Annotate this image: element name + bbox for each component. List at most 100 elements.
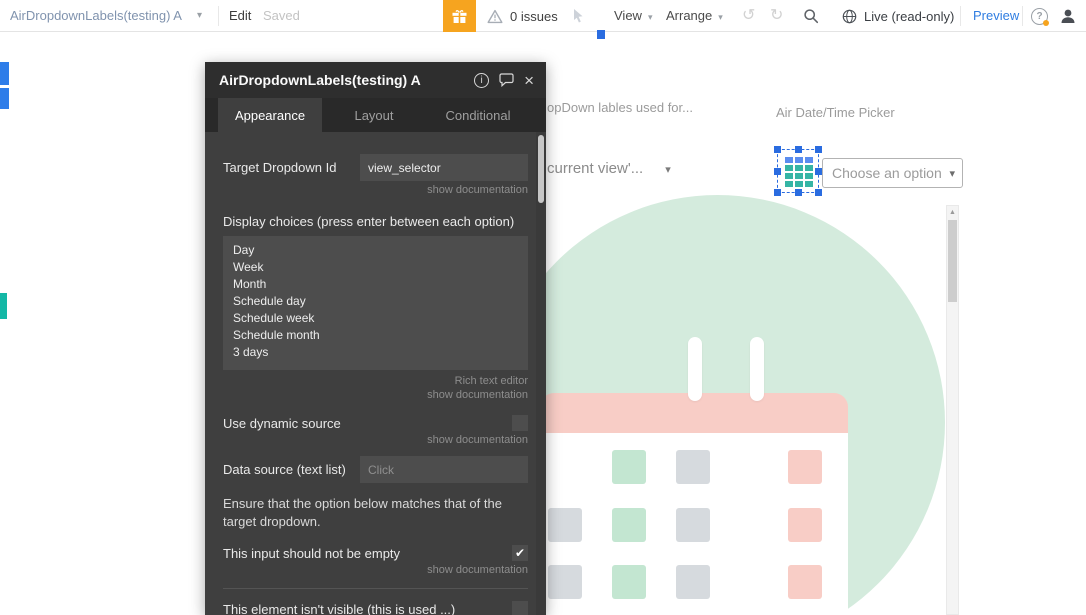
notification-dot [1043, 20, 1049, 26]
use-dynamic-source-label: Use dynamic source [223, 416, 341, 431]
chevron-down-icon: ▾ [718, 12, 723, 22]
calendar-binding [750, 337, 764, 401]
data-source-input[interactable] [360, 456, 528, 483]
calendar-cell [788, 508, 822, 542]
edit-menu[interactable]: Edit [229, 0, 251, 32]
field-note: Ensure that the option below matches tha… [223, 495, 528, 531]
selection-handle[interactable] [597, 30, 605, 39]
show-documentation-link[interactable]: show documentation [223, 389, 528, 401]
issues-indicator[interactable]: 0 issues [487, 0, 558, 32]
canvas-scrollbar[interactable]: ▲ [946, 205, 959, 615]
scrollbar-thumb[interactable] [948, 220, 957, 302]
scroll-up-icon[interactable]: ▲ [947, 206, 958, 219]
search-icon [803, 8, 819, 24]
issues-count: 0 issues [510, 1, 558, 32]
top-toolbar: AirDropdownLabels(testing) A ▾ Edit Save… [0, 0, 1086, 32]
dropdown-value: current view'... [547, 160, 643, 177]
view-menu-label: View [614, 8, 642, 23]
calendar-cell [676, 508, 710, 542]
not-empty-checkbox[interactable]: ✔ [512, 545, 528, 561]
resize-handle[interactable] [774, 146, 781, 153]
bubble-editor: AirDropdownLabels(testing) A ▾ Edit Save… [0, 0, 1086, 615]
choice-line: Schedule month [233, 327, 518, 344]
display-choices-editor[interactable]: Day Week Month Schedule day Schedule wee… [223, 236, 528, 370]
redo-button[interactable]: ↻ [770, 0, 783, 32]
view-menu[interactable]: View ▾ [614, 0, 652, 32]
show-documentation-link[interactable]: show documentation [223, 564, 528, 576]
tab-conditional[interactable]: Conditional [426, 98, 530, 132]
resize-handle[interactable] [795, 146, 802, 153]
view-selector-dropdown[interactable]: current view'... ▾ [547, 160, 671, 177]
calendar-cell [612, 508, 646, 542]
toolbar-divider [218, 6, 219, 26]
resize-handle[interactable] [774, 189, 781, 196]
calendar-cell [676, 565, 710, 599]
dialog-scrollbar-thumb[interactable] [538, 135, 544, 203]
cursor-icon [571, 8, 585, 24]
clipped-field-label: This element isn't visible (this is used… [223, 602, 455, 615]
dialog-tabs: Appearance Layout Conditional [205, 98, 546, 132]
account-button[interactable] [1059, 0, 1077, 32]
resize-handle[interactable] [815, 189, 822, 196]
calendar-cell [612, 565, 646, 599]
comment-icon[interactable] [499, 73, 514, 87]
target-dropdown-id-input[interactable] [360, 154, 528, 181]
chevron-down-icon[interactable]: ▾ [197, 0, 202, 32]
show-documentation-link[interactable]: show documentation [223, 184, 528, 196]
choice-line: Week [233, 259, 518, 276]
calendar-binding [688, 337, 702, 401]
globe-icon [842, 9, 857, 24]
saved-status: Saved [263, 0, 300, 32]
chevron-down-icon: ▾ [949, 167, 955, 180]
tab-layout[interactable]: Layout [322, 98, 426, 132]
arrange-menu-label: Arrange [666, 8, 712, 23]
display-choices-label: Display choices (press enter between eac… [223, 214, 528, 229]
dialog-scrollbar[interactable] [536, 132, 546, 615]
not-empty-label: This input should not be empty [223, 546, 400, 561]
info-icon[interactable]: i [474, 73, 489, 88]
help-button[interactable]: ? [1031, 0, 1048, 32]
resize-handle[interactable] [774, 168, 781, 175]
resize-handle[interactable] [815, 146, 822, 153]
search-button[interactable] [803, 0, 819, 32]
preview-button[interactable]: Preview [973, 0, 1019, 32]
dialog-body: Target Dropdown Id show documentation Di… [205, 132, 536, 615]
gift-button[interactable] [443, 0, 476, 32]
clipped-checkbox[interactable] [512, 601, 528, 615]
calendar-cell [676, 450, 710, 484]
use-dynamic-source-checkbox[interactable] [512, 415, 528, 431]
question-mark: ? [1036, 1, 1042, 32]
app-selector[interactable]: AirDropdownLabels(testing) A [10, 0, 182, 32]
clipped-element-fragment [0, 62, 9, 85]
resize-handle[interactable] [815, 168, 822, 175]
choice-line: Month [233, 276, 518, 293]
gift-icon [451, 8, 468, 25]
property-editor: AirDropdownLabels(testing) A i × Appeara… [205, 62, 546, 615]
tab-appearance[interactable]: Appearance [218, 98, 322, 132]
target-dropdown-id-label: Target Dropdown Id [223, 160, 336, 175]
clipped-field-row: This element isn't visible (this is used… [223, 588, 528, 615]
choice-line: Schedule week [233, 310, 518, 327]
resize-handle[interactable] [795, 189, 802, 196]
occluded-caption-text[interactable]: opDown lables used for... [547, 100, 693, 115]
grid-icon [785, 157, 813, 187]
undo-button[interactable]: ↺ [742, 0, 755, 32]
warning-icon [487, 9, 503, 24]
close-icon[interactable]: × [524, 73, 534, 88]
chevron-down-icon: ▾ [648, 12, 653, 22]
data-source-label: Data source (text list) [223, 462, 346, 477]
show-documentation-link[interactable]: show documentation [223, 434, 528, 446]
choice-line: 3 days [233, 344, 518, 361]
rich-text-editor-link[interactable]: Rich text editor [223, 375, 528, 387]
airdropdownlabels-element[interactable] [777, 149, 819, 193]
environment-selector[interactable]: Live (read-only) [842, 0, 954, 32]
property-editor-header[interactable]: AirDropdownLabels(testing) A i × [205, 62, 546, 98]
toolbar-divider [960, 6, 961, 26]
arrange-menu[interactable]: Arrange ▾ [666, 0, 723, 32]
datetime-picker-label[interactable]: Air Date/Time Picker [776, 105, 895, 120]
calendar-cell [548, 508, 582, 542]
choose-option-dropdown[interactable]: Choose an option ▾ [822, 158, 963, 188]
pointer-tool[interactable] [571, 0, 585, 32]
help-icon: ? [1031, 8, 1048, 25]
calendar-cell [612, 450, 646, 484]
